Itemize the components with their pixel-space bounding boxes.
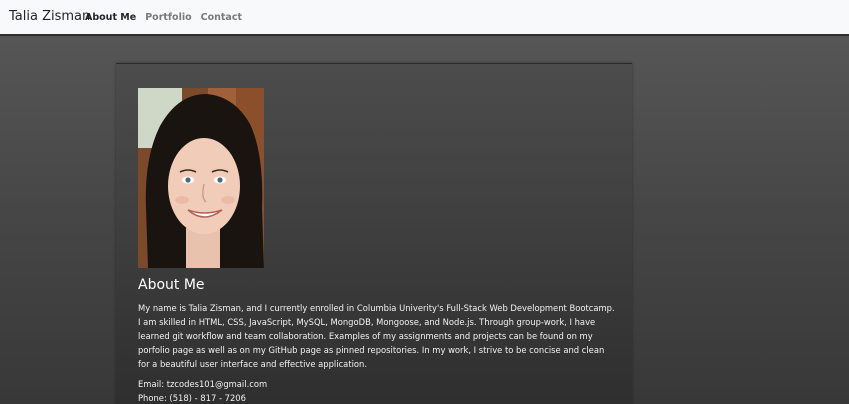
email-text: Email: tzcodes101@gmail.com [138, 379, 268, 389]
nav-links: About Me Portfolio Contact [85, 12, 242, 23]
nav-link-contact[interactable]: Contact [201, 12, 242, 23]
about-card: About Me My name is Talia Zisman, and I … [116, 63, 632, 404]
nav-link-about-me[interactable]: About Me [85, 12, 136, 23]
profile-photo-image [138, 88, 264, 268]
bio-paragraph: My name is Talia Zisman, and I currently… [138, 303, 615, 369]
top-navbar: Talia Zisman About Me Portfolio Contact [0, 0, 849, 36]
profile-photo [138, 88, 264, 268]
brand-link[interactable]: Talia Zisman [9, 9, 90, 24]
contact-info: Email: tzcodes101@gmail.com Phone: (518)… [138, 377, 267, 404]
phone-text: Phone: (518) - 817 - 7206 [138, 393, 246, 403]
about-me-heading: About Me [138, 277, 205, 293]
nav-link-portfolio[interactable]: Portfolio [145, 12, 191, 23]
